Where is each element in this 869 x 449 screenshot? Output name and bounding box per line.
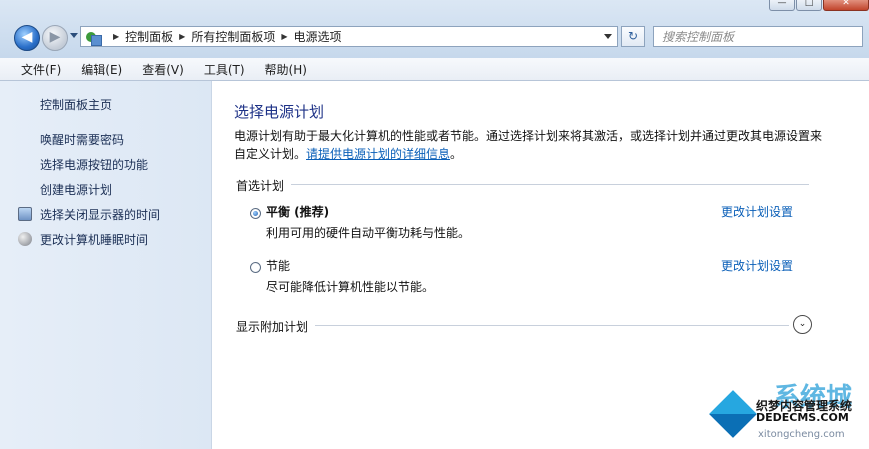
moon-icon	[18, 232, 32, 246]
breadcrumb-power-options[interactable]: 电源选项	[294, 28, 342, 45]
group-divider	[315, 325, 789, 326]
sidebar-item-wake-password[interactable]: 唤醒时需要密码	[40, 131, 124, 148]
menu-help[interactable]: 帮助(H)	[252, 61, 314, 78]
recent-pages-dropdown[interactable]	[70, 33, 78, 38]
plan-details-link[interactable]: 请提供电源计划的详细信息	[306, 147, 450, 161]
sidebar-item-create-plan[interactable]: 创建电源计划	[40, 181, 112, 198]
plan-balanced-desc: 利用可用的硬件自动平衡功耗与性能。	[266, 226, 471, 240]
plan-balanced-radio[interactable]	[250, 208, 261, 219]
sidebar-item-power-buttons[interactable]: 选择电源按钮的功能	[40, 156, 148, 173]
breadcrumb-separator-icon[interactable]: ▶	[113, 32, 119, 41]
close-button[interactable]: ✕	[823, 0, 869, 11]
sidebar-item-home[interactable]: 控制面板主页	[40, 96, 112, 113]
sidebar-item-sleep-time[interactable]: 更改计算机睡眠时间	[40, 231, 148, 248]
minimize-button[interactable]: —	[769, 0, 795, 11]
breadcrumb-control-panel[interactable]: 控制面板	[125, 28, 173, 45]
plan-power-saver-desc: 尽可能降低计算机性能以节能。	[266, 280, 435, 294]
additional-plans-label[interactable]: 显示附加计划	[236, 318, 308, 335]
monitor-icon	[18, 207, 32, 221]
page-title: 选择电源计划	[234, 103, 325, 121]
watermark: 系统城 织梦内容管理系统 DEDECMS.COM xitongcheng.com	[706, 383, 869, 449]
plan-balanced-name[interactable]: 平衡 (推荐)	[266, 203, 329, 220]
breadcrumb-separator-icon[interactable]: ▶	[179, 32, 185, 41]
forward-button[interactable]: ▶	[42, 25, 68, 51]
control-panel-icon	[85, 29, 102, 46]
plan-power-saver-radio[interactable]	[250, 262, 261, 273]
watermark-line2: DEDECMS.COM	[756, 411, 849, 424]
group-divider	[291, 184, 809, 185]
menu-bar: 文件(F) 编辑(E) 查看(V) 工具(T) 帮助(H)	[0, 58, 869, 81]
menu-edit[interactable]: 编辑(E)	[68, 61, 129, 78]
back-button[interactable]: ◀	[14, 25, 40, 51]
sidebar: 控制面板主页 唤醒时需要密码 选择电源按钮的功能 创建电源计划 选择关闭显示器的…	[0, 81, 212, 449]
page-description: 电源计划有助于最大化计算机的性能或者节能。通过选择计划来将其激活，或选择计划并通…	[234, 127, 824, 163]
window-controls: — □ ✕	[768, 0, 869, 11]
chevron-down-icon[interactable]: ⌄	[793, 315, 812, 334]
description-end: 。	[450, 147, 463, 161]
menu-file[interactable]: 文件(F)	[0, 61, 68, 78]
preferred-plans-label: 首选计划	[236, 179, 285, 193]
plan-power-saver-settings-link[interactable]: 更改计划设置	[721, 257, 793, 274]
breadcrumb-all-items[interactable]: 所有控制面板项	[191, 28, 275, 45]
search-input[interactable]	[653, 26, 863, 47]
plan-power-saver-name[interactable]: 节能	[266, 257, 290, 274]
maximize-button[interactable]: □	[796, 0, 822, 11]
sidebar-item-display-off[interactable]: 选择关闭显示器的时间	[40, 206, 160, 223]
breadcrumb-separator-icon[interactable]: ▶	[281, 32, 287, 41]
refresh-button[interactable]: ↻	[621, 26, 645, 47]
watermark-logo-icon	[706, 387, 760, 441]
watermark-line3: xitongcheng.com	[758, 429, 845, 440]
menu-tools[interactable]: 工具(T)	[191, 61, 252, 78]
title-address-bar: — □ ✕ ◀ ▶ ▶ 控制面板 ▶ 所有控制面板项 ▶ 电源选项 ↻	[0, 0, 869, 58]
address-dropdown-icon[interactable]	[604, 34, 612, 39]
menu-view[interactable]: 查看(V)	[129, 61, 191, 78]
plan-balanced-settings-link[interactable]: 更改计划设置	[721, 203, 793, 220]
address-bar[interactable]: ▶ 控制面板 ▶ 所有控制面板项 ▶ 电源选项	[80, 26, 618, 47]
